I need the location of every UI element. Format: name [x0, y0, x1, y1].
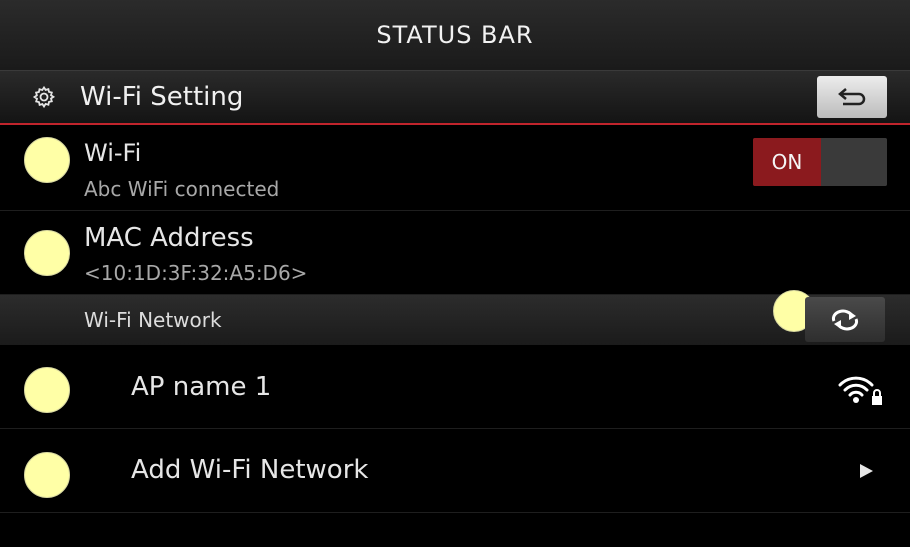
status-bar-title: STATUS BAR: [376, 21, 534, 49]
wifi-locked-icon: [838, 376, 882, 405]
network-item-ap-name-1[interactable]: AP name 1: [0, 346, 910, 429]
toggle-on-label: ON: [753, 138, 821, 186]
marker-dot: [24, 452, 70, 498]
chevron-right-icon: [860, 464, 873, 478]
toggle-knob: [821, 138, 887, 186]
refresh-icon: [831, 309, 859, 330]
wifi-row[interactable]: Wi-Fi Abc WiFi connected ON: [0, 125, 910, 211]
section-label: Wi-Fi Network: [84, 308, 222, 332]
page-title: Wi-Fi Setting: [80, 82, 244, 112]
network-name: AP name 1: [131, 372, 272, 402]
mac-label: MAC Address: [84, 223, 254, 253]
add-network-label: Add Wi-Fi Network: [131, 455, 369, 485]
status-bar: STATUS BAR: [0, 0, 910, 71]
back-arrow-icon: [838, 88, 866, 106]
gear-icon: [32, 85, 56, 109]
add-wifi-network-row[interactable]: Add Wi-Fi Network: [0, 429, 910, 513]
mac-address-row: MAC Address <10:1D:3F:32:A5:D6>: [0, 211, 910, 295]
marker-dot: [24, 367, 70, 413]
back-button[interactable]: [817, 76, 887, 118]
refresh-button[interactable]: [805, 297, 885, 342]
wifi-network-section: Wi-Fi Network: [0, 290, 910, 345]
header: Wi-Fi Setting: [0, 71, 910, 125]
wifi-status: Abc WiFi connected: [84, 177, 280, 201]
mac-value: <10:1D:3F:32:A5:D6>: [84, 261, 308, 285]
marker-dot: [24, 230, 70, 276]
marker-dot: [24, 137, 70, 183]
wifi-label: Wi-Fi: [84, 139, 142, 167]
wifi-toggle[interactable]: ON: [753, 138, 887, 186]
